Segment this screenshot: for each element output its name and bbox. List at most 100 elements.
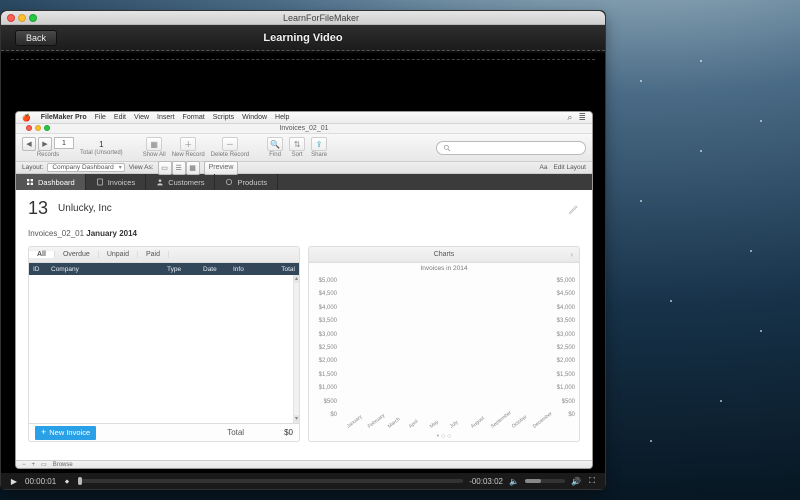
layout-select[interactable]: Company Dashboard <box>47 163 124 172</box>
document-title: Invoices_02_01 <box>279 125 328 132</box>
view-list-button[interactable]: ☰ <box>172 161 186 175</box>
status-mode: Browse <box>53 462 73 468</box>
search-input[interactable] <box>436 141 586 155</box>
filter-unpaid[interactable]: Unpaid <box>99 251 138 258</box>
tab-label: Products <box>237 178 267 187</box>
inner-close-icon[interactable] <box>26 125 32 131</box>
wifi-icon: ⌕ <box>567 112 572 123</box>
tab-label: Dashboard <box>38 178 75 187</box>
invoices-prefix: Invoices_02_01 <box>28 229 84 238</box>
x-axis: JanuaryFebruaryMarchAprilMayJulyAugustSe… <box>339 425 548 431</box>
tab-label: Customers <box>168 178 204 187</box>
invoices-period: January 2014 <box>86 229 137 238</box>
scroll-down-icon[interactable]: ▾ <box>294 415 299 423</box>
table-body: ▴ ▾ <box>29 275 299 423</box>
invoices-pane: All Overdue Unpaid Paid ID Company Type … <box>28 246 300 442</box>
view-form-button[interactable]: ▭ <box>158 161 172 175</box>
video-player: ▶ 00:00:01 ◆ -00:03:02 🔈 🔊 ⛶ <box>1 473 605 489</box>
delete-record-button[interactable]: － <box>222 137 238 151</box>
customer-number: 13 <box>28 198 48 219</box>
footer-total-label: Total <box>227 428 244 437</box>
mute-button[interactable]: 🔈 <box>509 476 519 486</box>
app-name: FileMaker Pro <box>41 114 87 121</box>
y-axis-right: $5,000$4,500$4,000$3,500$3,000$2,500$2,0… <box>549 278 577 418</box>
inner-zoom-icon[interactable] <box>44 125 50 131</box>
footer-total-value: $0 <box>284 428 293 437</box>
new-invoice-button[interactable]: + New Invoice <box>35 426 96 440</box>
progress-knob-icon: ◆ <box>64 478 71 485</box>
viewas-label: View As: <box>129 164 154 171</box>
text-format-button[interactable]: Aa <box>540 164 548 171</box>
filter-all[interactable]: All <box>29 251 55 258</box>
menu-insert[interactable]: Insert <box>157 114 175 121</box>
toolbar: ◀ ▶ Records 1 Total (Unsorted) ▦Show All… <box>16 134 592 162</box>
chevron-right-icon[interactable]: › <box>570 250 573 259</box>
record-number-field[interactable] <box>54 137 74 149</box>
list-icon: ≣ <box>578 112 586 123</box>
edit-layout-button[interactable]: Edit Layout <box>553 164 586 171</box>
tab-customers[interactable]: Customers <box>146 174 215 190</box>
sort-button[interactable]: ⇅ <box>289 137 305 151</box>
menu-format[interactable]: Format <box>183 114 205 121</box>
prev-record-button[interactable]: ◀ <box>22 137 36 151</box>
minimize-icon[interactable] <box>18 14 26 22</box>
tab-label: Invoices <box>108 178 136 187</box>
table-header: ID Company Type Date Info Total <box>29 263 299 275</box>
filemaker-window: 🍎 FileMaker Pro File Edit View Insert Fo… <box>15 111 593 469</box>
y-axis-left: $5,000$4,500$4,000$3,500$3,000$2,500$2,0… <box>311 278 339 418</box>
content-area: 13 Unlucky, Inc Invoices_02_01 January 2… <box>16 190 592 460</box>
page-title: Learning Video <box>1 32 605 44</box>
total-records-label: Total (Unsorted) <box>80 150 123 156</box>
chart-pager[interactable]: • ○ ○ <box>309 432 579 441</box>
apple-icon[interactable]: 🍎 <box>22 114 31 122</box>
header-bar: Back Learning Video <box>1 25 605 53</box>
progress-bar[interactable] <box>78 479 463 483</box>
menu-file[interactable]: File <box>95 114 106 121</box>
layout-bar: Layout: Company Dashboard View As: ▭ ☰ ▦… <box>16 162 592 174</box>
plus-icon: + <box>41 428 46 437</box>
fullscreen-button[interactable]: ⛶ <box>587 476 597 486</box>
volume-icon: 🔊 <box>571 476 581 486</box>
menu-view[interactable]: View <box>134 114 149 121</box>
chart-pane: Charts › Invoices in 2014 $5,000$4,500$4… <box>308 246 580 442</box>
menu-scripts[interactable]: Scripts <box>213 114 234 121</box>
show-all-button[interactable]: ▦ <box>146 137 162 151</box>
next-record-button[interactable]: ▶ <box>38 137 52 151</box>
status-zoom-out-icon[interactable]: − <box>22 462 26 468</box>
volume-slider[interactable] <box>525 479 565 483</box>
tab-dashboard[interactable]: Dashboard <box>16 174 86 190</box>
view-table-button[interactable]: ▦ <box>186 161 200 175</box>
play-button[interactable]: ▶ <box>9 476 19 486</box>
close-icon[interactable] <box>7 14 15 22</box>
menu-help[interactable]: Help <box>275 114 289 121</box>
layout-label: Layout: <box>22 164 43 171</box>
tab-products[interactable]: Products <box>215 174 278 190</box>
window-title: LearnForFileMaker <box>37 13 605 23</box>
edit-icon[interactable] <box>568 203 580 215</box>
titlebar: LearnForFileMaker <box>1 11 605 25</box>
chart-subtitle: Invoices in 2014 <box>309 263 579 274</box>
customer-name: Unlucky, Inc <box>58 203 112 214</box>
new-record-button[interactable]: ＋ <box>180 137 196 151</box>
inner-minimize-icon[interactable] <box>35 125 41 131</box>
products-icon <box>225 178 233 186</box>
menu-edit[interactable]: Edit <box>114 114 126 121</box>
filter-paid[interactable]: Paid <box>138 251 169 258</box>
share-button[interactable]: ⇪ <box>311 137 327 151</box>
find-button[interactable]: 🔍 <box>267 137 283 151</box>
tab-invoices[interactable]: Invoices <box>86 174 147 190</box>
status-tool-icon[interactable]: ▭ <box>41 461 47 468</box>
scroll-up-icon[interactable]: ▴ <box>294 275 299 283</box>
video-area: 🍎 FileMaker Pro File Edit View Insert Fo… <box>1 53 605 473</box>
menu-window[interactable]: Window <box>242 114 267 121</box>
scrollbar[interactable]: ▴ ▾ <box>293 275 299 423</box>
total-records-value: 1 <box>99 140 103 149</box>
document-titlebar: Invoices_02_01 <box>16 124 592 134</box>
filter-overdue[interactable]: Overdue <box>55 251 99 258</box>
chart-body: $5,000$4,500$4,000$3,500$3,000$2,500$2,0… <box>309 274 579 432</box>
records-label: Records <box>37 152 59 158</box>
menubar[interactable]: 🍎 FileMaker Pro File Edit View Insert Fo… <box>16 112 592 124</box>
preview-button[interactable]: Preview <box>204 161 239 175</box>
status-zoom-in-icon[interactable]: + <box>32 462 36 468</box>
zoom-icon[interactable] <box>29 14 37 22</box>
